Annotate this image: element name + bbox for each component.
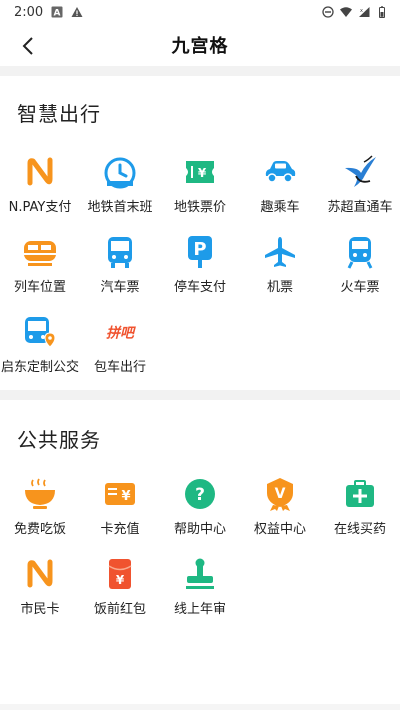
grid-label: 火车票	[340, 280, 380, 295]
grid-label: 启东定制公交	[0, 360, 79, 375]
grid-label: N.PAY支付	[8, 200, 72, 215]
citizen-card-icon	[22, 556, 58, 592]
svg-text:¥: ¥	[198, 166, 207, 180]
swallow-logo-icon	[342, 154, 378, 190]
grid-item-buy-medicine[interactable]: 在线买药	[320, 476, 400, 546]
status-time: 2:00	[14, 4, 44, 20]
section-public-service: 公共服务 免费吃饭 ¥ 卡充值 ? 帮助中心 V 权益中心 在线买药 市民卡 ¥…	[0, 400, 400, 700]
grid-label: 趣乘车	[260, 200, 300, 215]
grid-item-su-express[interactable]: 苏超直通车	[320, 154, 400, 224]
nav-bar: 九宫格	[0, 24, 400, 66]
grid-item-citizen-card[interactable]: 市民卡	[0, 556, 80, 626]
grid-label: 汽车票	[100, 280, 140, 295]
chevron-left-icon	[22, 37, 33, 55]
grid-label: 免费吃饭	[13, 522, 66, 537]
svg-text:x: x	[360, 8, 363, 14]
grid-label: 机票	[266, 280, 293, 295]
back-button[interactable]	[14, 32, 42, 60]
status-left: 2:00 A	[14, 5, 83, 20]
grid-label: 在线买药	[333, 522, 386, 537]
grid-label: 饭前红包	[93, 602, 146, 617]
grid-label: 市民卡	[20, 602, 60, 617]
grid-item-card-recharge[interactable]: ¥ 卡充值	[80, 476, 160, 546]
grid-label: 帮助中心	[173, 522, 226, 537]
npay-icon	[22, 154, 58, 190]
custom-bus-icon	[22, 314, 58, 350]
section-smart-travel: 智慧出行 N.PAY支付 地铁首末班 ¥ 地铁票价 趣乘车 苏超直通车 列车位置…	[0, 76, 400, 390]
page-title: 九宫格	[171, 36, 229, 57]
help-icon-text: ?	[195, 485, 205, 505]
grid-item-parking-pay[interactable]: P 停车支付	[160, 234, 240, 304]
badge-icon-text: V	[275, 486, 286, 502]
grid-item-free-meal[interactable]: 免费吃饭	[0, 476, 80, 546]
grid-item-subway-schedule[interactable]: 地铁首末班	[80, 154, 160, 224]
grid-item-train-ticket[interactable]: 火车票	[320, 234, 400, 304]
grid-label: 卡充值	[100, 522, 140, 537]
grid-label: 停车支付	[173, 280, 226, 295]
grid-item-flight[interactable]: 机票	[240, 234, 320, 304]
red-packet-icon: ¥	[102, 556, 138, 592]
grid-label: 列车位置	[13, 280, 66, 295]
battery-icon	[379, 6, 385, 18]
grid-label: 地铁票价	[173, 200, 226, 215]
grid-item-red-packet[interactable]: ¥ 饭前红包	[80, 556, 160, 626]
rice-bowl-icon	[22, 476, 58, 512]
warning-icon	[71, 7, 83, 17]
grid-item-benefits[interactable]: V 权益中心	[240, 476, 320, 546]
card-recharge-icon-text: ¥	[121, 489, 130, 504]
wifi-icon	[340, 7, 352, 17]
section-title: 公共服务	[17, 428, 101, 452]
subway-ticket-icon: ¥	[182, 154, 218, 190]
svg-text:P: P	[193, 239, 206, 260]
grid-item-bus-ticket[interactable]: 汽车票	[80, 234, 160, 304]
airplane-icon	[262, 234, 298, 270]
section-title: 智慧出行	[17, 102, 101, 126]
subway-clock-icon	[102, 154, 138, 190]
grid-item-train-location[interactable]: 列车位置	[0, 234, 80, 304]
svg-text:A: A	[54, 9, 61, 19]
dnd-icon	[322, 6, 334, 18]
notification-a-icon: A	[51, 6, 63, 18]
bus-ticket-icon	[102, 234, 138, 270]
grid-item-subway-fare[interactable]: ¥ 地铁票价	[160, 154, 240, 224]
grid-label: 苏超直通车	[327, 200, 393, 215]
grid-item-npay[interactable]: N.PAY支付	[0, 154, 80, 224]
section-divider-2	[0, 390, 400, 400]
train-location-icon	[22, 234, 58, 270]
charter-icon-text: 拼吧	[106, 326, 136, 342]
status-right: x	[322, 6, 388, 18]
red-packet-icon-text: ¥	[116, 573, 125, 587]
help-icon: ?	[182, 476, 218, 512]
grid-label: 包车出行	[93, 360, 146, 375]
charter-icon: 拼吧	[102, 314, 138, 350]
train-icon	[342, 234, 378, 270]
stamp-icon	[182, 556, 218, 592]
parking-icon: P	[182, 234, 218, 270]
medicine-kit-icon	[342, 476, 378, 512]
grid-label: 权益中心	[253, 522, 306, 537]
section-divider-1	[0, 66, 400, 76]
grid-item-ride[interactable]: 趣乘车	[240, 154, 320, 224]
grid-item-charter[interactable]: 拼吧 包车出行	[80, 314, 160, 384]
grid-item-custom-bus[interactable]: 启东定制公交	[0, 314, 80, 384]
badge-icon: V	[262, 476, 298, 512]
bottom-edge	[0, 704, 400, 710]
grid-label: 地铁首末班	[87, 200, 153, 215]
grid-item-annual-review[interactable]: 线上年审	[160, 556, 240, 626]
grid-label: 线上年审	[173, 602, 226, 617]
car-icon	[262, 154, 298, 190]
signal-icon: x	[359, 7, 370, 17]
status-bar: 2:00 A x	[0, 0, 400, 24]
grid-item-help-center[interactable]: ? 帮助中心	[160, 476, 240, 546]
card-recharge-icon: ¥	[102, 476, 138, 512]
